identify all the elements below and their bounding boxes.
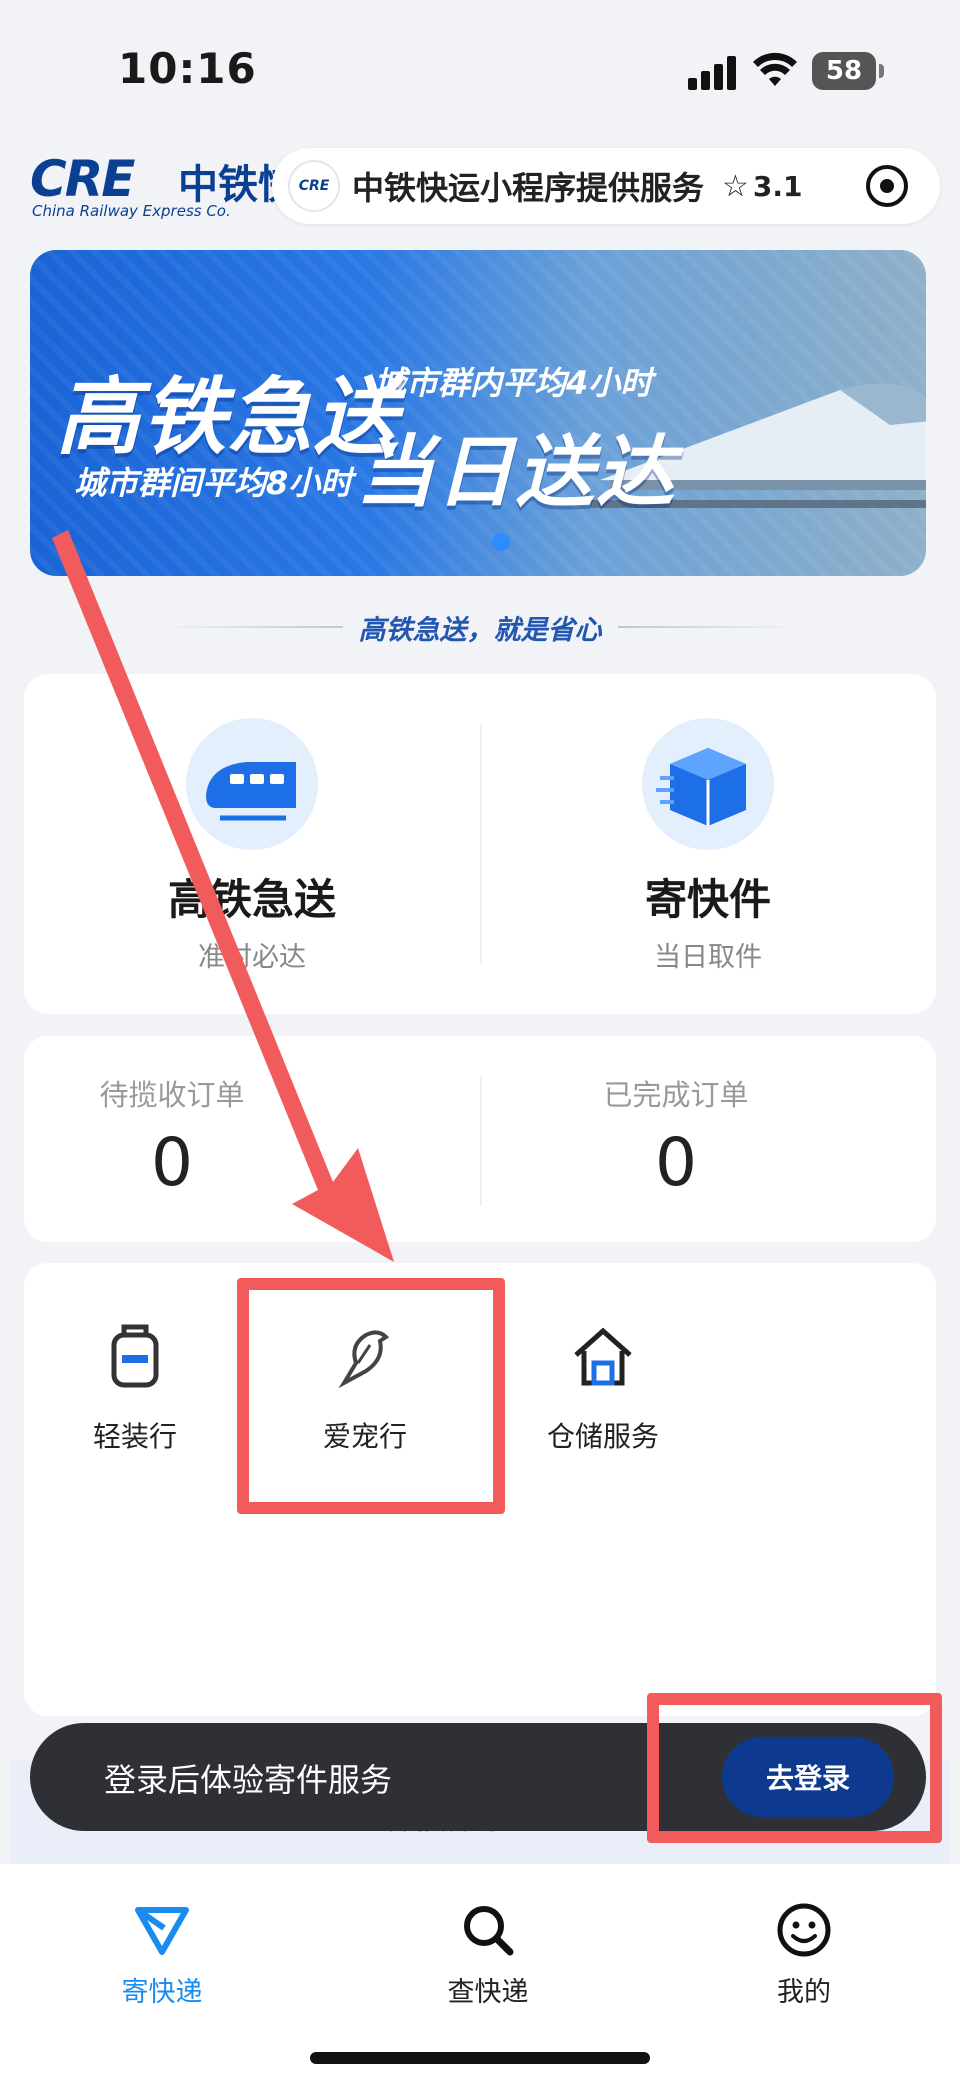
search-icon — [464, 1906, 514, 1956]
orders-card: 待揽收订单 0 已完成订单 0 — [24, 1036, 936, 1242]
extra-label: 轻装行 — [92, 1420, 177, 1453]
wifi-icon — [753, 52, 797, 86]
banner-subtitle-bottom: 城市群间平均8小时 — [74, 464, 353, 502]
company-logo: CRE 中铁快 China Railway Express Co. — [30, 150, 300, 220]
rating-value: 3.1 — [752, 169, 803, 203]
promo-banner[interactable]: 城市群内平均4小时 高铁急送 城市群间平均8小时 当日送达 — [30, 250, 926, 576]
tab-bar: 寄快递 查快递 我的 — [0, 1864, 960, 2081]
annotation-highlight-login — [647, 1693, 942, 1843]
completed-orders[interactable]: 已完成订单 0 — [448, 1072, 904, 1201]
service-title: 高铁急送 — [167, 875, 336, 924]
pending-orders[interactable]: 待揽收订单 0 — [0, 1072, 400, 1201]
tab-track[interactable]: 查快递 — [388, 1902, 588, 2009]
service-title: 寄快件 — [644, 875, 771, 924]
login-prompt-text: 登录后体验寄件服务 — [104, 1761, 393, 1799]
carousel-indicator[interactable] — [492, 533, 510, 551]
service-send-parcel[interactable]: 寄快件 当日取件 — [480, 718, 936, 974]
order-count: 0 — [655, 1124, 697, 1201]
close-target-icon[interactable] — [866, 165, 908, 207]
service-subtitle: 当日取件 — [654, 942, 762, 973]
extra-light-travel[interactable]: 轻装行 — [60, 1323, 210, 1455]
tab-label: 我的 — [777, 1977, 831, 2008]
banner-title-left: 高铁急送 — [56, 368, 401, 466]
smiley-icon — [777, 1903, 831, 1957]
extra-label: 仓储服务 — [546, 1420, 659, 1453]
tab-profile[interactable]: 我的 — [704, 1902, 904, 2009]
service-subtitle: 准时必达 — [198, 942, 306, 973]
slogan-text: 高铁急送，就是省心 — [358, 614, 602, 646]
tab-label: 查快递 — [447, 1977, 529, 2008]
warehouse-icon — [574, 1327, 632, 1386]
tab-send[interactable]: 寄快递 — [62, 1902, 262, 2009]
mini-program-title: 中铁快运小程序提供服务 — [352, 169, 705, 207]
cellular-signal-icon — [688, 56, 738, 90]
send-icon — [135, 1907, 189, 1955]
mini-program-capsule[interactable]: CRE 中铁快运小程序提供服务 ☆ 3.1 — [272, 148, 940, 224]
annotation-highlight-pet — [237, 1278, 505, 1514]
train-icon — [186, 718, 318, 850]
tab-label: 寄快递 — [121, 1977, 203, 2008]
order-count: 0 — [151, 1124, 193, 1201]
backpack-icon — [111, 1324, 159, 1388]
status-time: 10:16 — [118, 44, 257, 93]
home-indicator[interactable] — [310, 2052, 650, 2064]
slogan: 高铁急送，就是省心 — [160, 607, 800, 647]
order-label: 待揽收订单 — [99, 1078, 245, 1112]
extra-warehouse[interactable]: 仓储服务 — [518, 1323, 688, 1455]
order-label: 已完成订单 — [603, 1078, 749, 1112]
logo-english-name: China Railway Express Co. — [32, 202, 231, 220]
status-bar: 10:16 58 — [0, 0, 960, 140]
banner-subtitle-top: 城市群内平均4小时 — [374, 364, 653, 402]
services-card: 高铁急送 准时必达 寄快件 当日取件 — [24, 674, 936, 1014]
banner-title-right: 当日送达 — [356, 428, 677, 518]
package-icon — [642, 718, 774, 850]
logo-mark: CRE — [30, 150, 135, 208]
service-high-speed-rail[interactable]: 高铁急送 准时必达 — [24, 718, 480, 974]
mini-program-logo-icon: CRE — [288, 160, 340, 212]
star-icon: ☆ — [722, 168, 749, 204]
battery-icon: 58 — [812, 52, 884, 90]
